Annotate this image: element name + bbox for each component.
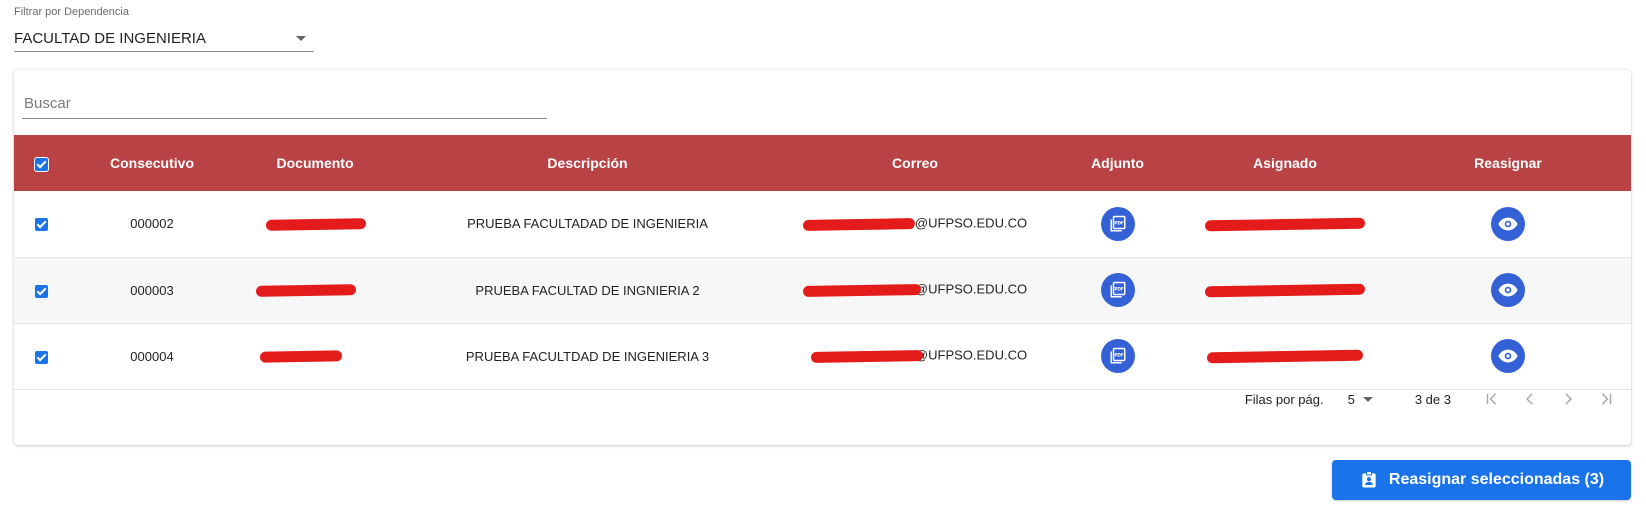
requests-table: Consecutivo Documento Descripción Correo… bbox=[14, 135, 1631, 390]
pdf-attachment-button[interactable]: PDF bbox=[1100, 206, 1135, 241]
table-row: 000004 PRUEBA FACULTDAD DE INGENIERIA 3 … bbox=[14, 323, 1631, 389]
reassign-selected-button[interactable]: Reasignar seleccionadas (3) bbox=[1332, 460, 1631, 500]
email-domain: @UFPSO.EDU.CO bbox=[914, 215, 1028, 231]
cell-correo: @UFPSO.EDU.CO bbox=[780, 257, 1050, 323]
next-page-button[interactable] bbox=[1557, 388, 1579, 410]
pdf-file-icon: PDF bbox=[1110, 215, 1125, 232]
eye-icon bbox=[1498, 283, 1518, 297]
rows-per-page-select[interactable]: 5 bbox=[1348, 392, 1373, 407]
requests-table-card: Consecutivo Documento Descripción Correo… bbox=[14, 70, 1631, 445]
svg-text:PDF: PDF bbox=[1114, 220, 1123, 225]
email-domain: @UFPSO.EDU.CO bbox=[914, 281, 1028, 297]
column-header-consecutivo[interactable]: Consecutivo bbox=[69, 135, 235, 191]
rows-per-page-label: Filas por pág. bbox=[1244, 391, 1324, 407]
redacted-email-user bbox=[803, 346, 924, 366]
column-header-documento[interactable]: Documento bbox=[235, 135, 395, 191]
search-input[interactable] bbox=[22, 93, 547, 113]
eye-icon bbox=[1498, 349, 1518, 363]
dependency-filter: Filtrar por Dependencia FACULTAD DE INGE… bbox=[14, 6, 314, 52]
chevron-left-icon bbox=[1525, 393, 1533, 405]
previous-page-button[interactable] bbox=[1519, 388, 1541, 410]
row-checkbox[interactable] bbox=[35, 218, 48, 232]
redacted-document bbox=[259, 346, 370, 366]
view-reassign-button[interactable] bbox=[1491, 206, 1525, 241]
caret-down-icon bbox=[296, 35, 306, 41]
table-row: 000003 PRUEBA FACULTAD DE INGNIERIA 2 @U… bbox=[14, 257, 1631, 323]
redacted-assignee bbox=[1205, 346, 1365, 366]
dependency-select-value: FACULTAD DE INGENIERIA bbox=[14, 29, 206, 47]
pdf-file-icon: PDF bbox=[1110, 347, 1125, 364]
page-range: 3 de 3 bbox=[1414, 391, 1451, 407]
email-domain: @UFPSO.EDU.CO bbox=[914, 347, 1028, 363]
table-row: 000002 PRUEBA FACULTADAD DE INGENIERIA @… bbox=[14, 191, 1631, 257]
redacted-email-user bbox=[802, 214, 916, 234]
view-reassign-button[interactable] bbox=[1491, 273, 1525, 307]
reassign-selected-label: Reasignar seleccionadas (3) bbox=[1388, 471, 1605, 488]
search-field[interactable] bbox=[22, 88, 547, 119]
column-header-correo[interactable]: Correo bbox=[780, 135, 1050, 191]
first-page-button[interactable] bbox=[1481, 388, 1503, 410]
cell-correo: @UFPSO.EDU.CO bbox=[780, 323, 1050, 389]
column-header-adjunto: Adjunto bbox=[1091, 155, 1144, 171]
column-header-reasignar: Reasignar bbox=[1474, 155, 1542, 171]
row-checkbox[interactable] bbox=[35, 284, 48, 298]
column-header-asignado[interactable]: Asignado bbox=[1185, 135, 1385, 191]
table-header-row: Consecutivo Documento Descripción Correo… bbox=[14, 135, 1631, 191]
rows-per-page-value: 5 bbox=[1347, 391, 1355, 407]
cell-descripcion: PRUEBA FACULTAD DE INGNIERIA 2 bbox=[475, 282, 700, 298]
svg-text:PDF: PDF bbox=[1114, 286, 1123, 291]
pdf-attachment-button[interactable]: PDF bbox=[1100, 273, 1135, 307]
select-all-checkbox[interactable] bbox=[34, 156, 49, 172]
chevron-right-icon bbox=[1565, 393, 1573, 405]
pagination: Filas por pág. 5 3 de 3 bbox=[1245, 388, 1617, 410]
cell-descripcion: PRUEBA FACULTDAD DE INGENIERIA 3 bbox=[465, 348, 710, 364]
redacted-document bbox=[255, 280, 370, 300]
cell-consecutivo: 000003 bbox=[130, 282, 174, 298]
assignment-ind-icon bbox=[1362, 471, 1376, 488]
caret-down-icon bbox=[1362, 396, 1373, 402]
eye-icon bbox=[1498, 217, 1518, 231]
dependency-filter-label: Filtrar por Dependencia bbox=[14, 6, 129, 18]
row-checkbox[interactable] bbox=[35, 350, 48, 364]
view-reassign-button[interactable] bbox=[1491, 339, 1525, 373]
cell-correo: @UFPSO.EDU.CO bbox=[780, 191, 1050, 257]
svg-text:PDF: PDF bbox=[1114, 352, 1123, 357]
cell-consecutivo: 000004 bbox=[130, 348, 174, 364]
last-page-icon bbox=[1601, 393, 1612, 405]
redacted-document bbox=[260, 214, 370, 234]
first-page-icon bbox=[1486, 393, 1497, 405]
cell-descripcion: PRUEBA FACULTADAD DE INGENIERIA bbox=[467, 216, 708, 232]
cell-consecutivo: 000002 bbox=[130, 216, 174, 232]
last-page-button[interactable] bbox=[1595, 388, 1617, 410]
redacted-assignee bbox=[1204, 214, 1366, 234]
pdf-attachment-button[interactable]: PDF bbox=[1100, 339, 1135, 373]
dependency-select[interactable]: FACULTAD DE INGENIERIA bbox=[14, 25, 314, 52]
redacted-email-user bbox=[802, 280, 922, 300]
redacted-assignee bbox=[1204, 280, 1366, 300]
pdf-file-icon: PDF bbox=[1110, 281, 1125, 298]
column-header-descripcion[interactable]: Descripción bbox=[395, 135, 780, 191]
